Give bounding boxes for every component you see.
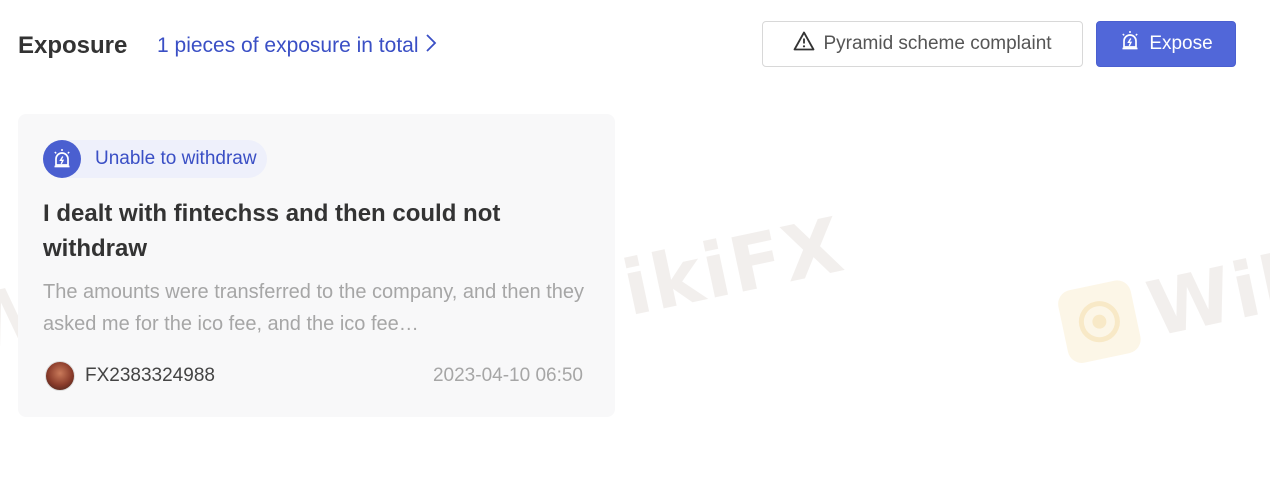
- exposure-date: 2023-04-10 06:50: [432, 365, 583, 386]
- exposure-title[interactable]: I dealt with fintechss and then could no…: [43, 196, 583, 266]
- avatar[interactable]: [45, 361, 75, 391]
- category-tag: Unable to withdraw: [43, 140, 267, 178]
- siren-icon: [43, 140, 81, 178]
- wikifx-logo-icon: [1055, 277, 1144, 366]
- pyramid-complaint-button[interactable]: Pyramid scheme complaint: [762, 21, 1083, 67]
- exposure-count-label: 1 pieces of exposure in total: [157, 34, 419, 57]
- exposure-card[interactable]: Unable to withdraw I dealt with fintechs…: [18, 114, 615, 417]
- exposure-description: The amounts were transferred to the comp…: [43, 281, 585, 335]
- complaint-button-label: Pyramid scheme complaint: [823, 33, 1052, 54]
- chevron-right-icon: [425, 33, 437, 59]
- siren-icon: [1119, 30, 1141, 58]
- expose-button[interactable]: Expose: [1096, 21, 1236, 67]
- exposure-header: Exposure 1 pieces of exposure in total P…: [18, 20, 1236, 72]
- warning-icon: [793, 31, 815, 57]
- expose-button-label: Expose: [1149, 33, 1213, 54]
- watermark-right: Wiki: [1054, 227, 1270, 373]
- category-tag-label: Unable to withdraw: [95, 148, 257, 169]
- exposure-count-link[interactable]: 1 pieces of exposure in total: [157, 33, 437, 59]
- watermark-text: Wiki: [1139, 226, 1270, 355]
- page-title: Exposure: [18, 32, 128, 59]
- user-id[interactable]: FX2383324988: [85, 365, 215, 387]
